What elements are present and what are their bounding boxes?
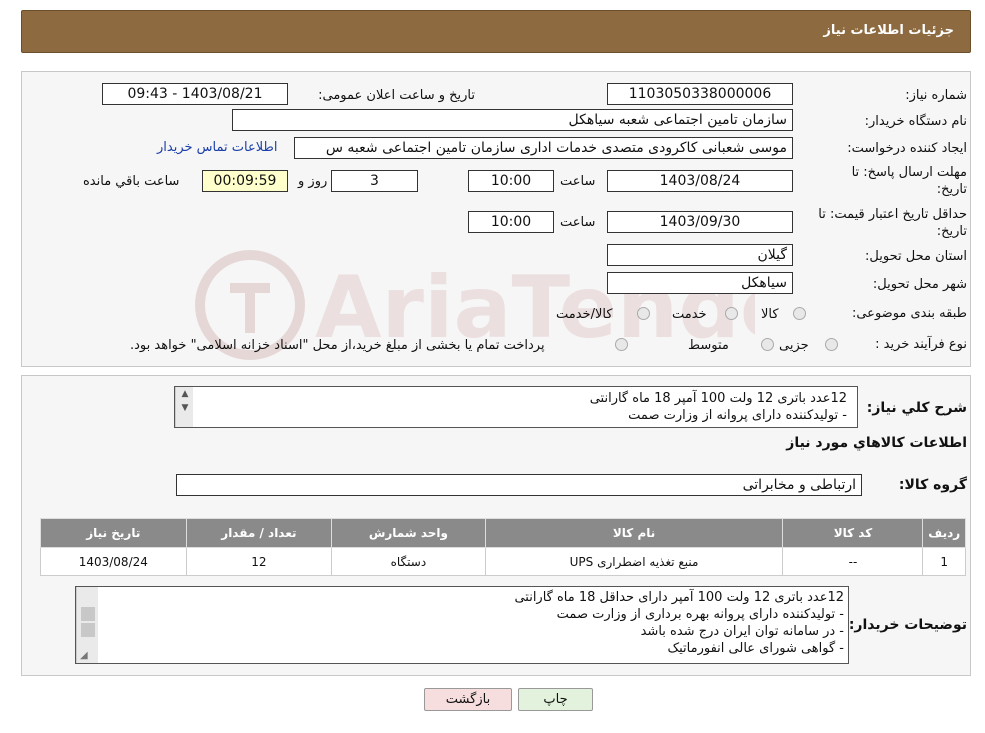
announce-field: 1403/08/21 - 09:43 [102,83,288,105]
goods-table: ردیف کد کالا نام کالا واحد شمارش تعداد /… [40,518,966,576]
buyer-notes-label: توضیحات خریدار: [848,617,967,633]
buyer-notes-scrollbar[interactable]: ◢ [76,587,98,663]
note-line-4: - گواهی شورای عالی انفورماتیک [667,641,844,656]
scroll-down-icon[interactable]: ▼ [177,401,193,415]
validity-date-field: 1403/09/30 [607,211,793,233]
summary-line-1: 12عدد باتری 12 ولت 100 آمپر 18 ماه گاران… [589,391,847,406]
goods-group-field: ارتباطی و مخابراتی [176,474,862,496]
scroll-thumb[interactable] [81,607,95,621]
category-radio-goods[interactable] [793,307,806,320]
category-option-goods: کالا [761,307,779,322]
process-radio-treasury[interactable] [615,338,628,351]
validity-label: حداقل تاریخ اعتبار قیمت: تا [818,207,967,222]
validity-time-label: ساعت [560,215,596,230]
city-label: شهر محل تحویل: [872,277,967,292]
process-option-minor: جزیی [779,338,809,353]
col-row: ردیف [922,518,966,548]
process-radio-medium[interactable] [761,338,774,351]
page-title: جزئیات اطلاعات نیاز [823,23,954,38]
summary-line-2: - تولیدکننده دارای پروانه از وزارت صمت [628,408,847,423]
goods-group-label: گروه کالا: [898,477,967,493]
col-date: تاریخ نیاز [40,518,187,548]
announce-label: تاریخ و ساعت اعلان عمومی: [318,88,475,103]
province-label: استان محل تحویل: [865,249,967,264]
buyer-org-label: نام دستگاه خریدار: [864,114,967,129]
table-header-row: ردیف کد کالا نام کالا واحد شمارش تعداد /… [40,518,966,548]
note-line-2: - تولیدکننده دارای پروانه بهره برداری از… [556,607,844,622]
process-note: پرداخت تمام یا بخشی از مبلغ خرید،از محل … [130,338,545,353]
deadline-date-field: 1403/08/24 [607,170,793,192]
col-code: کد کالا [782,518,924,548]
category-option-goods-service: کالا/خدمت [556,307,613,322]
validity-label-2: تاریخ: [936,224,967,239]
cell-code: -- [782,547,924,576]
note-line-1: 12عدد باتری 12 ولت 100 آمپر دارای حداقل … [514,590,844,605]
goods-section-title: اطلاعات كالاهاي مورد نياز [786,435,967,451]
scroll-up-icon[interactable]: ▲ [177,387,193,401]
summary-scrollbar[interactable]: ▲ ▼ [175,387,193,427]
need-number-field: 1103050338000006 [607,83,793,105]
creator-label: ایجاد کننده درخواست: [847,141,967,156]
print-button[interactable]: چاپ [518,688,593,711]
process-radio-minor[interactable] [825,338,838,351]
cell-unit: دستگاه [331,547,486,576]
cell-name: منبع تغذیه اضطراری UPS [484,547,784,576]
process-option-medium: متوسط [688,338,729,353]
col-qty: تعداد / مقدار [185,518,333,548]
remaining-label: ساعت باقي مانده [83,174,180,189]
need-number-label: شماره نیاز: [905,88,967,103]
buyer-contact-link[interactable]: اطلاعات تماس خریدار [157,140,277,155]
summary-textarea[interactable]: 12عدد باتری 12 ولت 100 آمپر 18 ماه گاران… [174,386,858,428]
days-field: 3 [331,170,418,192]
summary-label: شرح کلي نياز: [866,400,967,416]
cell-date: 1403/08/24 [40,547,187,576]
cell-row: 1 [922,547,966,576]
buyer-notes-textarea[interactable]: 12عدد باتری 12 ولت 100 آمپر دارای حداقل … [75,586,849,664]
category-option-service: خدمت [672,307,707,322]
back-button[interactable]: بازگشت [424,688,512,711]
category-label: طبقه بندی موضوعی: [851,306,967,321]
note-line-3: - در سامانه توان ایران درج شده باشد [640,624,844,639]
cell-qty: 12 [185,547,333,576]
buyer-org-field: سازمان تامین اجتماعی شعبه سیاهکل [232,109,793,131]
days-label: روز و [298,174,328,189]
validity-time-field: 10:00 [468,211,554,233]
deadline-label: مهلت ارسال پاسخ: تا [851,165,967,180]
deadline-time-field: 10:00 [468,170,554,192]
col-unit: واحد شمارش [331,518,486,548]
resize-grip-icon[interactable]: ◢ [80,650,88,661]
process-label: نوع فرآیند خرید : [875,337,967,352]
province-field: گیلان [607,244,793,266]
deadline-time-label: ساعت [560,174,596,189]
category-radio-service[interactable] [725,307,738,320]
category-radio-goods-service[interactable] [637,307,650,320]
creator-field: موسی شعبانی کاکرودی متصدی خدمات اداری سا… [294,137,793,159]
page-header: جزئیات اطلاعات نیاز [21,10,971,53]
col-name: نام کالا [484,518,784,548]
city-field: سیاهکل [607,272,793,294]
deadline-label-2: تاریخ: [936,182,967,197]
remaining-time-field: 00:09:59 [202,170,288,192]
scroll-track[interactable] [81,623,95,637]
table-row: 1 -- منبع تغذیه اضطراری UPS دستگاه 12 14… [40,547,966,576]
